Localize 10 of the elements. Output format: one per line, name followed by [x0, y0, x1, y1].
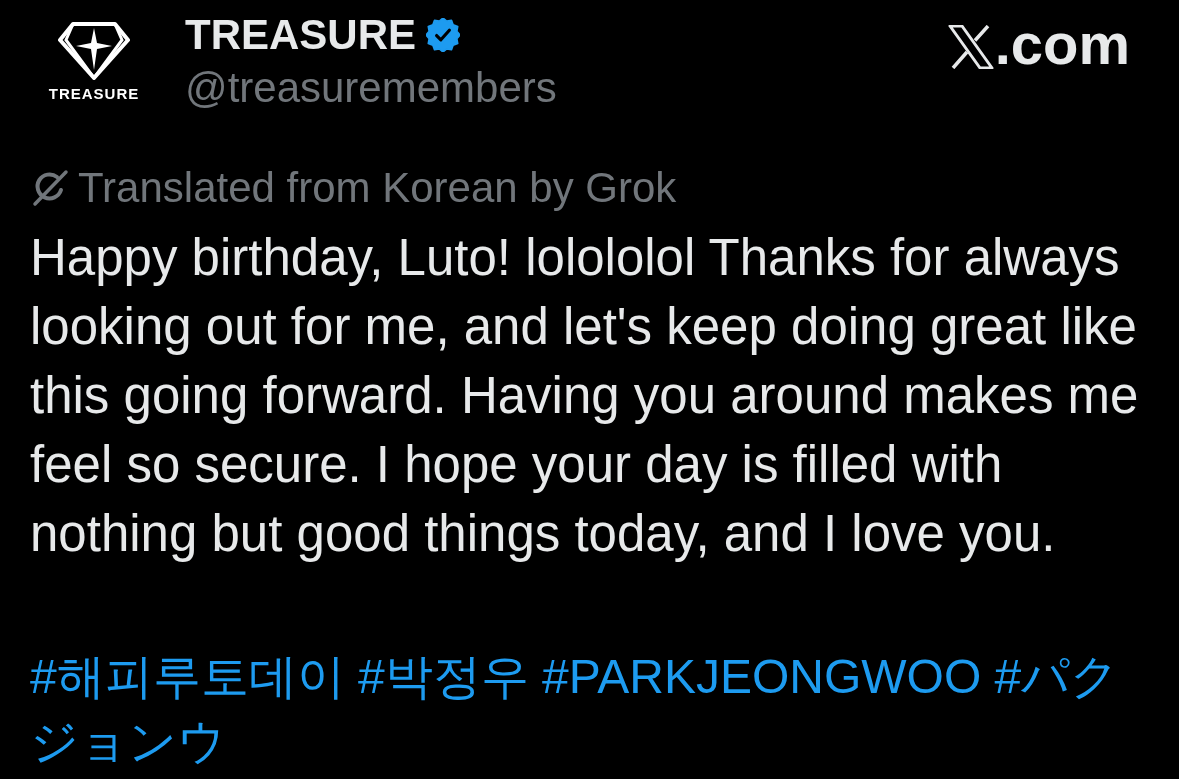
account-name[interactable]: TREASURE	[185, 11, 417, 59]
site-suffix: .com	[994, 19, 1130, 69]
logo-wordmark: TREASURE	[48, 86, 140, 102]
post-text: Happy birthday, Luto! lolololol Thanks for always looking out for me, and let's keep doing great like this going forward. Having you around makes me feel so secure. I hope your day is filled with nothing but good things today, and I love you.	[30, 228, 1140, 564]
hashtag-links[interactable]: #해피루토데이 #박정우 #PARKJEONGWOO #パクジョンウ	[30, 644, 1140, 774]
account-handle[interactable]: @treasuremembers	[185, 64, 557, 112]
diamond-logo-icon	[58, 22, 130, 80]
x-logo-icon	[947, 25, 994, 69]
slashed-circle-icon	[30, 168, 70, 208]
translation-note: Translated from Korean by Grok	[78, 164, 677, 212]
